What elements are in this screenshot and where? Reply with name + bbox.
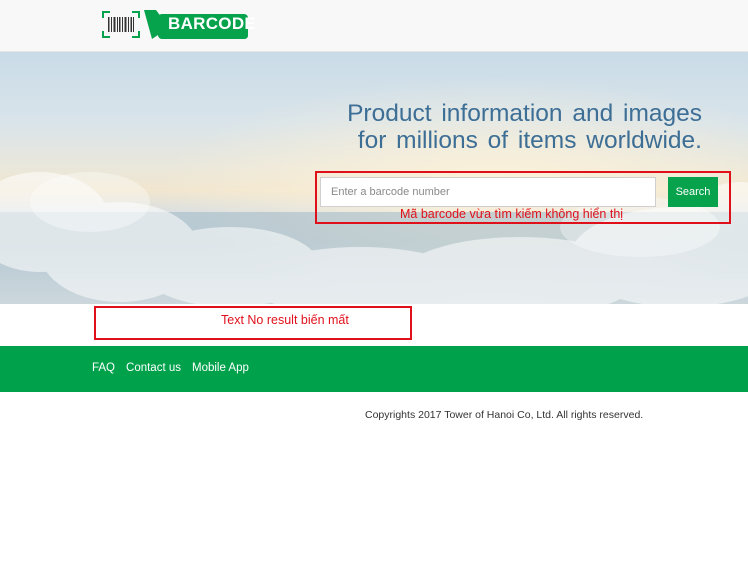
barcode-scan-icon [102,11,140,38]
footer-links: FAQ Contact us Mobile App [92,362,249,374]
barcode-logo[interactable]: BARCODE [102,10,256,39]
copyright-text: Copyrights 2017 Tower of Hanoi Co, Ltd. … [365,409,644,421]
annotation-search-note: Mã barcode vừa tìm kiếm không hiển thị [400,207,624,221]
hero-tagline: Product information and images for milli… [300,100,702,154]
tagline-line-2: for millions of items worldwide. [357,127,702,154]
footer-link-contact-us[interactable]: Contact us [126,362,181,374]
annotation-result-note: Text No result biến mất [221,313,349,327]
footer-nav: FAQ Contact us Mobile App [0,346,748,392]
footer-link-mobile-app[interactable]: Mobile App [192,362,249,374]
tagline-line-1: Product information and images [347,100,702,127]
footer-link-faq[interactable]: FAQ [92,362,115,374]
site-header: BARCODE [0,0,748,52]
logo-text: BARCODE [168,14,257,33]
